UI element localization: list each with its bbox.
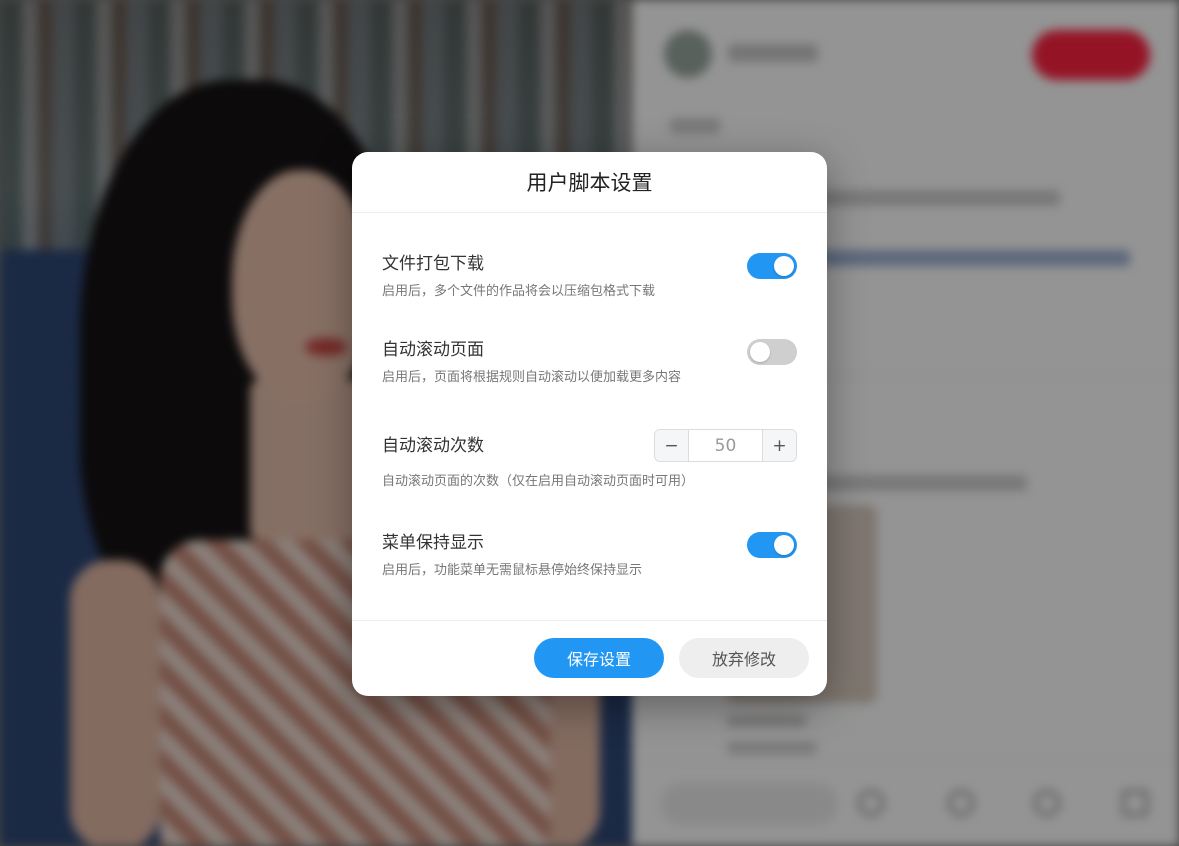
dialog-footer: 保存设置 放弃修改 <box>352 620 827 696</box>
setting-menu-always-visible: 菜单保持显示 启用后，功能菜单无需鼠标悬停始终保持显示 <box>382 532 797 580</box>
setting-label: 自动滚动页面 <box>382 340 484 360</box>
setting-label: 文件打包下载 <box>382 254 484 274</box>
setting-zip-download: 文件打包下载 启用后，多个文件的作品将会以压缩包格式下载 <box>382 253 797 301</box>
zip-download-toggle[interactable] <box>747 253 797 279</box>
setting-description: 启用后，多个文件的作品将会以压缩包格式下载 <box>382 284 656 299</box>
dialog-title: 用户脚本设置 <box>526 171 653 195</box>
dialog-header: 用户脚本设置 <box>352 152 827 213</box>
save-button[interactable]: 保存设置 <box>534 638 664 678</box>
settings-dialog: 用户脚本设置 文件打包下载 启用后，多个文件的作品将会以压缩包格式下载 自动滚动… <box>352 152 827 696</box>
setting-auto-scroll-count: 自动滚动次数 自动滚动页面的次数（仅在启用自动滚动页面时可用） − + <box>382 429 797 491</box>
discard-button[interactable]: 放弃修改 <box>679 638 809 678</box>
scroll-count-stepper: − + <box>654 429 797 462</box>
setting-description: 启用后，页面将根据规则自动滚动以便加载更多内容 <box>382 370 682 385</box>
auto-scroll-toggle[interactable] <box>747 339 797 365</box>
increment-button[interactable]: + <box>762 430 796 461</box>
menu-visible-toggle[interactable] <box>747 532 797 558</box>
setting-label: 菜单保持显示 <box>382 533 484 553</box>
setting-description: 启用后，功能菜单无需鼠标悬停始终保持显示 <box>382 563 643 578</box>
decrement-button[interactable]: − <box>655 430 689 461</box>
setting-description: 自动滚动页面的次数（仅在启用自动滚动页面时可用） <box>382 474 695 489</box>
setting-auto-scroll: 自动滚动页面 启用后，页面将根据规则自动滚动以便加载更多内容 <box>382 339 797 387</box>
scroll-count-input[interactable] <box>689 430 762 461</box>
